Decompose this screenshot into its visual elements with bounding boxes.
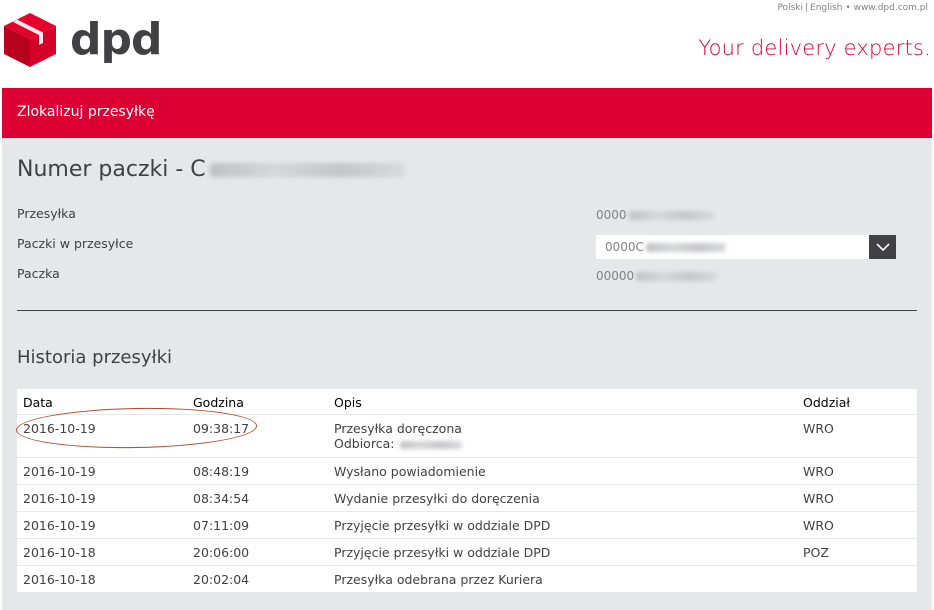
cell-date: 2016-10-18: [23, 572, 96, 587]
language-links: Polski | English • www.dpd.com.pl: [777, 3, 928, 13]
cell-description: Wydanie przesyłki do doręczenia: [334, 491, 540, 506]
dpd-logo[interactable]: dpd: [2, 12, 162, 68]
col-header-description: Opis: [334, 395, 362, 410]
field-value-text: 00000: [596, 269, 635, 283]
site-link[interactable]: www.dpd.com.pl: [854, 3, 928, 13]
parcel-heading: Numer paczki - C: [17, 157, 405, 182]
cell-time: 08:34:54: [193, 491, 250, 506]
field-label-parcel: Paczka: [17, 266, 60, 281]
tagline: Your delivery experts.: [698, 36, 931, 60]
field-value-text: 0000C: [605, 240, 644, 254]
col-header-time: Godzina: [193, 395, 244, 410]
redacted-value: [645, 243, 726, 252]
field-label-parcels: Paczki w przesyłce: [17, 236, 134, 251]
table-row: 2016-10-19 07:11:09 Przyjęcie przesyłki …: [17, 512, 917, 539]
cell-description: Przyjęcie przesyłki w oddziale DPD: [334, 518, 551, 533]
table-header-row: Data Godzina Opis Oddział: [17, 389, 917, 415]
table-row: 2016-10-19 09:38:17 Przesyłka doręczona …: [17, 415, 917, 458]
dpd-wordmark: dpd: [70, 14, 162, 65]
cell-branch: WRO: [803, 421, 834, 436]
tracking-panel: Numer paczki - C Przesyłka 0000 Paczki w…: [2, 138, 932, 610]
field-value-parcel: 00000: [596, 269, 719, 283]
lang-english-link[interactable]: English: [810, 3, 843, 13]
cell-description: Przyjęcie przesyłki w oddziale DPD: [334, 545, 551, 560]
table-row: 2016-10-18 20:02:04 Przesyłka odebrana p…: [17, 566, 917, 593]
chevron-down-icon[interactable]: [869, 235, 896, 259]
cell-date: 2016-10-19: [23, 464, 96, 479]
cell-branch: POZ: [803, 545, 829, 560]
cell-date: 2016-10-19: [23, 421, 96, 436]
nav-bar: Zlokalizuj przesyłkę: [2, 88, 932, 138]
cell-time: 08:48:19: [193, 464, 250, 479]
redacted-value: [636, 272, 719, 281]
cell-description: Przesyłka doręczona Odbiorca:: [334, 421, 463, 451]
cell-time: 07:11:09: [193, 518, 250, 533]
divider: [17, 310, 917, 311]
parcel-select[interactable]: 0000C: [596, 235, 896, 259]
cell-date: 2016-10-19: [23, 518, 96, 533]
cell-branch: WRO: [803, 464, 834, 479]
history-title: Historia przesyłki: [17, 347, 173, 368]
parcel-select-value: 0000C: [605, 240, 726, 254]
cell-branch: WRO: [803, 491, 834, 506]
cell-description: Wysłano powiadomienie: [334, 464, 486, 479]
separator: |: [804, 3, 809, 13]
history-table: Data Godzina Opis Oddział 2016-10-19 09:…: [17, 389, 917, 593]
redacted-recipient: [400, 440, 463, 449]
col-header-branch: Oddział: [803, 395, 850, 410]
field-label-shipment: Przesyłka: [17, 206, 76, 221]
dpd-cube-icon: [4, 13, 56, 67]
table-row: 2016-10-19 08:34:54 Wydanie przesyłki do…: [17, 485, 917, 512]
redacted-value: [628, 211, 714, 220]
table-row: 2016-10-19 08:48:19 Wysłano powiadomieni…: [17, 458, 917, 485]
field-value-shipment: 0000: [596, 208, 714, 222]
lang-polski-link[interactable]: Polski: [777, 3, 803, 13]
cell-description: Przesyłka odebrana przez Kuriera: [334, 572, 543, 587]
description-line: Przesyłka doręczona: [334, 421, 462, 436]
field-value-text: 0000: [596, 208, 627, 222]
cell-time: 20:06:00: [193, 545, 250, 560]
col-header-date: Data: [23, 395, 53, 410]
table-row: 2016-10-18 20:06:00 Przyjęcie przesyłki …: [17, 539, 917, 566]
cell-branch: WRO: [803, 518, 834, 533]
cell-time: 20:02:04: [193, 572, 250, 587]
parcel-heading-text: Numer paczki - C: [17, 157, 206, 182]
cell-date: 2016-10-19: [23, 491, 96, 506]
nav-title[interactable]: Zlokalizuj przesyłkę: [17, 104, 155, 120]
cell-date: 2016-10-18: [23, 545, 96, 560]
cell-time: 09:38:17: [193, 421, 250, 436]
bullet: •: [845, 3, 851, 13]
recipient-label: Odbiorca:: [334, 436, 395, 451]
redacted-number: [209, 163, 405, 177]
